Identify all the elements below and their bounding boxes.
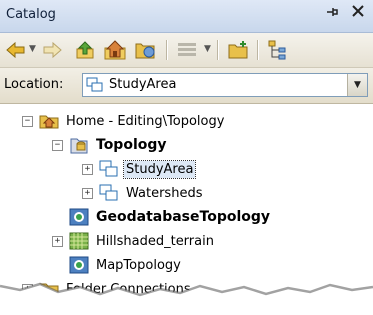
view-icon[interactable] [175, 38, 199, 62]
tree-item-hillshaded-terrain[interactable]: + Hillshaded_terrain [52, 230, 216, 252]
location-label: Location: [4, 77, 64, 92]
back-dropdown-icon[interactable]: ▼ [29, 44, 36, 54]
location-combobox[interactable]: StudyArea ▼ [82, 73, 368, 97]
tree-item-label: Watersheds [126, 185, 203, 201]
tree-item-label: StudyArea [122, 159, 197, 179]
back-icon[interactable] [4, 38, 28, 62]
home-folder-icon[interactable] [103, 38, 127, 62]
forward-icon[interactable] [40, 38, 64, 62]
expand-icon[interactable]: + [82, 163, 93, 175]
tree-item-label: Topology [96, 137, 167, 153]
title-bar[interactable]: Catalog [0, 0, 373, 33]
tree-toggle-icon[interactable] [266, 38, 290, 62]
window-title: Catalog [6, 7, 56, 22]
up-folder-icon[interactable] [73, 38, 97, 62]
torn-edge-decoration [0, 282, 373, 315]
new-folder-icon[interactable] [227, 38, 251, 62]
feature-dataset-icon [99, 184, 118, 201]
topology-icon [69, 208, 89, 226]
location-dropdown-button[interactable]: ▼ [347, 74, 367, 96]
tree-item-home[interactable]: − Home - Editing\Topology [22, 110, 226, 132]
tree-item-studyarea[interactable]: + StudyArea [82, 158, 197, 180]
home-folder-icon [39, 115, 59, 129]
pin-icon[interactable] [323, 4, 341, 24]
tree-item-label: GeodatabaseTopology [96, 209, 271, 225]
feature-dataset-icon [99, 160, 118, 177]
folder-connect-icon[interactable] [134, 38, 158, 62]
tree-item-label: Home - Editing\Topology [66, 113, 225, 129]
tree-item-watersheds[interactable]: + Watersheds [82, 182, 204, 204]
close-icon[interactable] [349, 4, 367, 24]
tree-item-topology-folder[interactable]: − Topology [52, 134, 169, 156]
collapse-icon[interactable]: − [22, 115, 33, 127]
tree-item-label: Hillshaded_terrain [96, 233, 214, 249]
location-value: StudyArea [109, 77, 177, 92]
geodatabase-icon [70, 138, 88, 154]
raster-icon [69, 232, 89, 250]
expand-icon[interactable]: + [52, 235, 63, 247]
catalog-window: Catalog ▼ ▼ Location: StudyArea ▼ − Home… [0, 0, 373, 315]
tree-item-geodatabasetopology[interactable]: GeodatabaseTopology [69, 206, 272, 228]
view-dropdown-icon[interactable]: ▼ [204, 44, 211, 54]
expand-icon[interactable]: + [82, 187, 93, 199]
location-bar: Location: StudyArea ▼ [0, 68, 373, 104]
collapse-icon[interactable]: − [52, 139, 63, 151]
feature-dataset-icon [86, 77, 104, 93]
catalog-toolbar: ▼ ▼ [0, 33, 373, 68]
